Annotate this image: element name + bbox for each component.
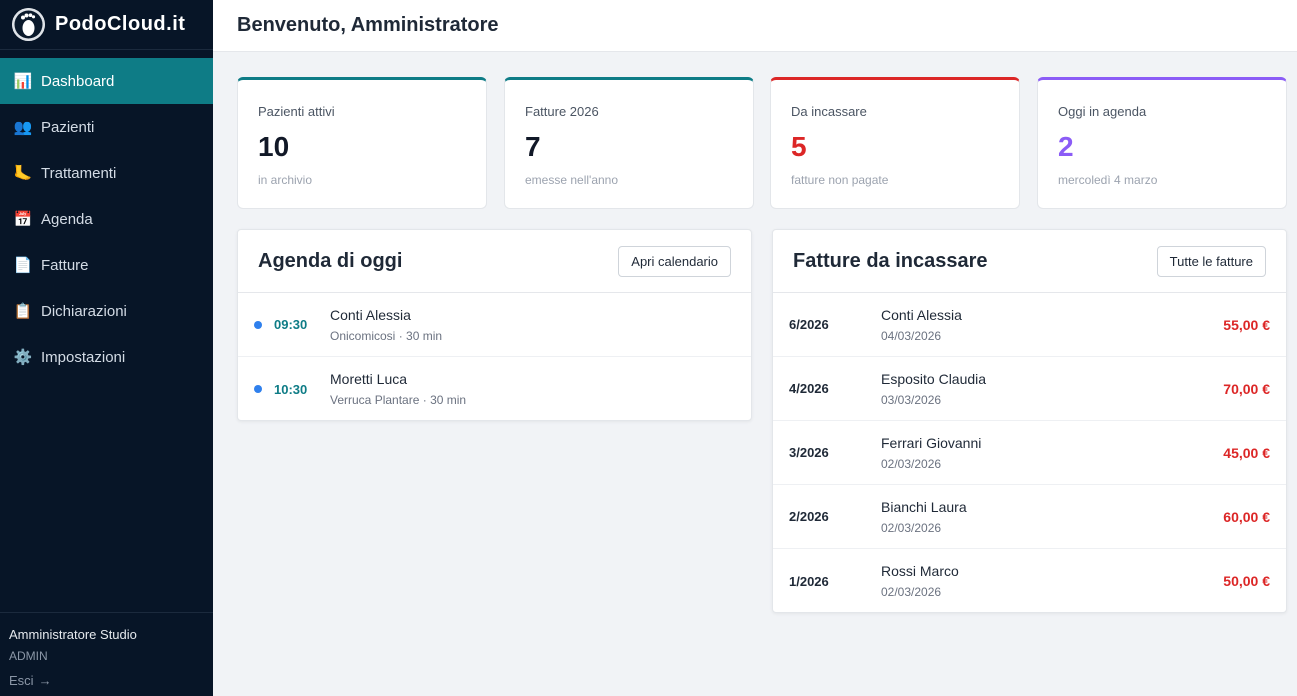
- sidebar-item-dichiarazioni[interactable]: 📋 Dichiarazioni: [0, 288, 213, 334]
- stat-value: 10: [258, 131, 290, 162]
- calendar-icon: 📅: [13, 211, 33, 228]
- stat-card-fatture: Fatture 2026 7 emesse nell'anno: [504, 77, 754, 209]
- sidebar-item-label: Dashboard: [41, 72, 115, 90]
- invoice-patient: Conti Alessia: [881, 306, 962, 323]
- users-icon: 👥: [13, 119, 33, 136]
- open-calendar-button[interactable]: Apri calendario: [618, 245, 731, 277]
- invoice-number: 6/2026: [789, 317, 829, 332]
- sidebar-item-label: Dichiarazioni: [41, 302, 127, 320]
- invoice-amount: 60,00 €: [1223, 508, 1270, 525]
- invoice-amount: 70,00 €: [1223, 380, 1270, 397]
- invoice-patient: Esposito Claudia: [881, 370, 987, 387]
- appointment-duration: 30 min: [406, 328, 443, 343]
- invoice-number: 3/2026: [789, 445, 829, 460]
- brand[interactable]: PodoCloud.it: [0, 0, 213, 50]
- invoices-header: Fatture da incassare Tutte le fatture: [773, 230, 1286, 293]
- agenda-panel: Agenda di oggi Apri calendario 09:30 Con…: [237, 229, 752, 421]
- sidebar-item-pazienti[interactable]: 👥 Pazienti: [0, 104, 213, 150]
- stat-subtitle: in archivio: [258, 173, 313, 187]
- page-title: Benvenuto, Amministratore: [237, 14, 499, 36]
- stat-label: Da incassare: [791, 104, 867, 119]
- user-role: ADMIN: [9, 649, 48, 663]
- sidebar-item-dashboard[interactable]: 📊 Dashboard: [0, 58, 213, 104]
- stat-value: 5: [791, 131, 807, 162]
- appointment-row[interactable]: 10:30 Moretti Luca Verruca Plantare · 30…: [238, 357, 751, 421]
- arrow-right-icon: →: [38, 673, 52, 688]
- invoice-patient: Bianchi Laura: [881, 498, 967, 515]
- invoice-number: 2/2026: [789, 509, 829, 524]
- sidebar-item-label: Pazienti: [41, 118, 95, 136]
- appointment-detail: Verruca Plantare · 30 min: [330, 393, 467, 407]
- agenda-header: Agenda di oggi Apri calendario: [238, 230, 751, 293]
- sidebar-item-label: Trattamenti: [41, 164, 117, 182]
- document-icon: 📄: [13, 257, 33, 274]
- appointment-patient: Moretti Luca: [330, 371, 408, 387]
- invoice-row[interactable]: 6/2026 Conti Alessia 04/03/2026 55,00 €: [773, 293, 1286, 357]
- sidebar-item-label: Agenda: [41, 210, 93, 228]
- invoice-row[interactable]: 1/2026 Rossi Marco 02/03/2026 50,00 €: [773, 549, 1286, 613]
- invoice-amount: 55,00 €: [1223, 316, 1270, 333]
- stat-card-pazienti: Pazienti attivi 10 in archivio: [237, 77, 487, 209]
- invoice-row[interactable]: 2/2026 Bianchi Laura 02/03/2026 60,00 €: [773, 485, 1286, 549]
- invoice-number: 1/2026: [789, 573, 829, 589]
- logout-label: Esci: [9, 673, 34, 688]
- stat-value: 7: [525, 131, 541, 162]
- invoice-date: 02/03/2026: [881, 456, 942, 471]
- status-dot-icon: [254, 385, 262, 393]
- sidebar-item-trattamenti[interactable]: 🦶 Trattamenti: [0, 150, 213, 196]
- sidebar-item-label: Impostazioni: [41, 348, 126, 366]
- stat-card-oggi-agenda: Oggi in agenda 2 mercoledì 4 marzo: [1037, 77, 1287, 209]
- invoice-patient: Rossi Marco: [881, 563, 959, 579]
- stat-label: Pazienti attivi: [258, 104, 335, 119]
- user-panel: Amministratore Studio ADMIN Esci →: [0, 612, 213, 696]
- chart-icon: 📊: [13, 73, 33, 90]
- invoice-date: 03/03/2026: [881, 392, 942, 407]
- sidebar: PodoCloud.it 📊 Dashboard 👥 Pazienti 🦶 Tr…: [0, 0, 213, 696]
- invoice-date: 04/03/2026: [881, 328, 942, 343]
- user-name: Amministratore Studio: [9, 627, 137, 642]
- foot-logo-icon: [12, 8, 45, 41]
- invoices-panel: Fatture da incassare Tutte le fatture 6/…: [772, 229, 1287, 613]
- appointment-treatment: Onicomicosi: [330, 328, 396, 343]
- invoice-row[interactable]: 4/2026 Esposito Claudia 03/03/2026 70,00…: [773, 357, 1286, 421]
- appointment-time: 09:30: [274, 317, 308, 332]
- app-name: PodoCloud.it: [55, 13, 186, 35]
- agenda-title: Agenda di oggi: [258, 249, 403, 272]
- stat-value: 2: [1058, 131, 1074, 162]
- stat-card-da-incassare: Da incassare 5 fatture non pagate: [770, 77, 1020, 209]
- invoice-date: 02/03/2026: [881, 585, 942, 599]
- foot-icon: 🦶: [13, 165, 33, 182]
- invoice-amount: 45,00 €: [1223, 444, 1270, 461]
- stat-subtitle: emesse nell'anno: [525, 173, 619, 187]
- stat-label: Oggi in agenda: [1058, 104, 1147, 119]
- sidebar-item-agenda[interactable]: 📅 Agenda: [0, 196, 213, 242]
- gear-icon: ⚙️: [13, 349, 33, 366]
- sidebar-item-label: Fatture: [41, 256, 89, 274]
- stat-label: Fatture 2026: [525, 104, 599, 119]
- appointment-treatment: Verruca Plantare: [330, 393, 420, 407]
- invoice-amount: 50,00 €: [1223, 573, 1270, 589]
- appointment-detail: Onicomicosi · 30 min: [330, 328, 443, 343]
- sidebar-item-impostazioni[interactable]: ⚙️ Impostazioni: [0, 334, 213, 380]
- appointment-row[interactable]: 09:30 Conti Alessia Onicomicosi · 30 min: [238, 293, 751, 357]
- logout-link[interactable]: Esci →: [9, 673, 52, 688]
- invoice-number: 4/2026: [789, 381, 829, 396]
- invoice-patient: Ferrari Giovanni: [881, 434, 982, 451]
- stat-subtitle: mercoledì 4 marzo: [1058, 173, 1158, 187]
- sidebar-item-fatture[interactable]: 📄 Fatture: [0, 242, 213, 288]
- appointment-duration: 30 min: [430, 393, 467, 407]
- stat-subtitle: fatture non pagate: [791, 173, 889, 187]
- topbar: Benvenuto, Amministratore: [213, 0, 1297, 52]
- sidebar-nav: 📊 Dashboard 👥 Pazienti 🦶 Trattamenti 📅 A…: [0, 58, 213, 380]
- status-dot-icon: [254, 320, 262, 329]
- clipboard-icon: 📋: [13, 303, 33, 320]
- all-invoices-button[interactable]: Tutte le fatture: [1156, 245, 1266, 277]
- appointment-patient: Conti Alessia: [330, 306, 411, 323]
- invoice-date: 02/03/2026: [881, 520, 942, 535]
- appointment-time: 10:30: [274, 381, 308, 397]
- invoice-row[interactable]: 3/2026 Ferrari Giovanni 02/03/2026 45,00…: [773, 421, 1286, 485]
- invoices-title: Fatture da incassare: [793, 249, 988, 272]
